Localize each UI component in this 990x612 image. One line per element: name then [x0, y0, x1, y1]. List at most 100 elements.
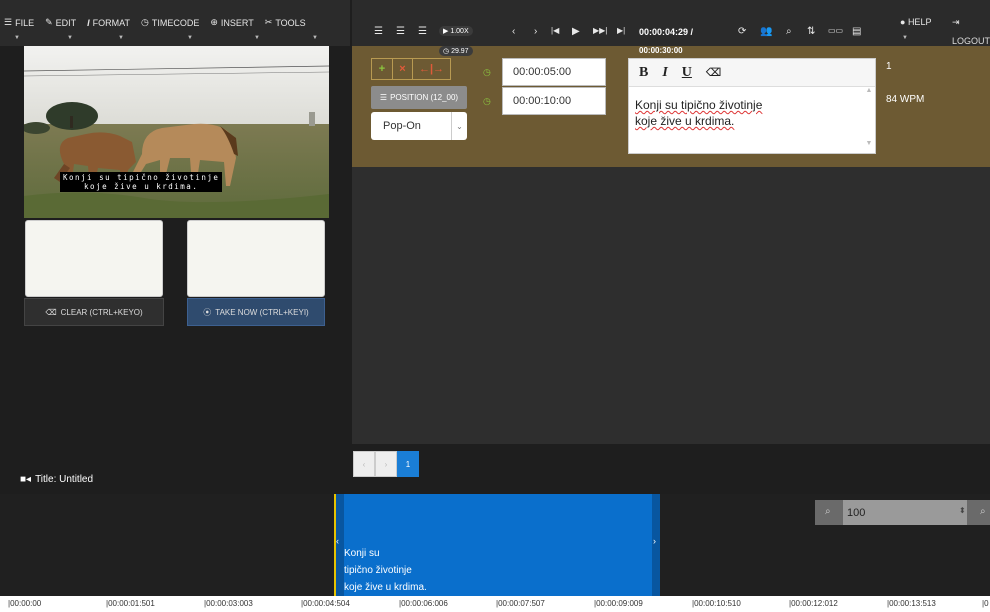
start-time-input[interactable]: 00:00:05:00: [502, 58, 606, 86]
chevron-down-icon: ▼: [118, 35, 124, 41]
ruler-tick: |00:00:03:003: [204, 599, 253, 608]
zoom-control: ⌕ 100 ⬍ ⌕: [815, 500, 990, 525]
split-caption-icon[interactable]: ←|→: [412, 59, 450, 79]
italic-icon[interactable]: I: [662, 65, 667, 81]
zoom-in-icon[interactable]: ⌕: [980, 506, 986, 517]
timeline-caption-block[interactable]: ‹ › Konji su tipično životinje koje žive…: [334, 494, 660, 596]
block-left-handle[interactable]: ‹: [336, 494, 344, 596]
caption-text-line: Konji su tipično životinje: [635, 98, 763, 112]
block-right-handle[interactable]: ›: [652, 494, 660, 596]
align-right-icon[interactable]: ☰: [418, 26, 427, 37]
timeline-block-text: Konji su tipično životinje koje žive u k…: [344, 545, 427, 596]
logout-icon[interactable]: ⇥: [952, 17, 960, 28]
timeline-ruler: |00:00:00 |00:00:01:501 |00:00:03:003 |0…: [0, 596, 990, 612]
zoom-input[interactable]: 100: [843, 500, 967, 525]
video-camera-icon: ■◂: [20, 474, 32, 485]
document-icon[interactable]: ▤: [852, 26, 861, 37]
speakers-icon[interactable]: 👥: [760, 26, 772, 37]
chevron-left-icon: ‹: [336, 536, 339, 546]
menu-edit-label: EDIT: [55, 17, 77, 28]
caption-row[interactable]: + × ←|→ ☰ POSITION (12_00) Pop-On ⌄ ◷ ◷ 00…: [352, 46, 990, 167]
edit-icon: ✎: [45, 17, 53, 27]
menu-edit[interactable]: ✎ EDIT: [45, 17, 76, 28]
page-number: 1: [405, 459, 411, 469]
sort-icon[interactable]: ⇅: [807, 26, 815, 37]
sync-icon[interactable]: ⟳: [738, 26, 746, 37]
skip-back-icon[interactable]: |◀: [551, 26, 559, 35]
timeline-block-line: Konji su: [344, 548, 380, 559]
playback-toolbar: ☰ ☰ ☰ ▶ 1.00X ◷ 29.97 ‹ › |◀ ▶ ▶▶| ▶| 00…: [352, 0, 990, 56]
horse-video-frame: [24, 46, 329, 218]
speed-value: 1.00X: [450, 28, 469, 35]
ruler-tick: |00:00:00: [8, 599, 42, 608]
editor-toolbar: B I U ⌫: [629, 59, 875, 87]
timeline-block-line: koje žive u krdima.: [344, 582, 427, 593]
eraser-icon[interactable]: ⌫: [706, 66, 722, 79]
words-per-minute: 84 WPM: [886, 94, 925, 105]
menu-insert-label: INSERT: [220, 17, 254, 28]
stepper-icon[interactable]: ⬍: [959, 506, 966, 515]
align-center-icon[interactable]: ☰: [396, 26, 405, 37]
captions-icon[interactable]: ▭▭: [828, 26, 843, 35]
chevron-right-icon: ›: [653, 536, 656, 546]
caption-mode-select[interactable]: Pop-On ⌄: [371, 112, 467, 140]
menu-format-label: FORMAT: [92, 17, 130, 28]
play-icon[interactable]: ▶: [572, 26, 580, 37]
help-button[interactable]: ● HELP: [900, 17, 931, 27]
chevron-down-icon: ▼: [187, 35, 193, 41]
logout-button[interactable]: LOGOUT: [952, 36, 990, 46]
menu-tools[interactable]: ✂ TOOLS: [265, 17, 306, 28]
menu-format[interactable]: I FORMAT: [87, 17, 130, 28]
next-icon[interactable]: ›: [534, 26, 537, 37]
take-now-button[interactable]: ⦿ TAKE NOW (CTRL+KEYI): [187, 298, 325, 326]
caption-text[interactable]: Konji su tipično životinje koje žive u k…: [635, 97, 762, 129]
eraser-icon: ⌫: [45, 307, 57, 317]
skip-end-icon[interactable]: ▶|: [617, 26, 625, 35]
menu-timecode[interactable]: ◷ TIMECODE: [141, 17, 199, 28]
left-panel: Konji su tipično životinje koje žive u k…: [0, 46, 350, 472]
clock-icon: ◷: [483, 67, 491, 77]
fast-forward-icon[interactable]: ▶▶|: [593, 26, 607, 35]
total-time: 00:00:30:00: [639, 46, 683, 55]
prev-page-button[interactable]: ‹: [353, 451, 375, 477]
bold-icon[interactable]: B: [639, 65, 648, 81]
chevron-down-icon: ▼: [902, 35, 908, 41]
add-caption-icon[interactable]: +: [372, 59, 392, 79]
menu-file[interactable]: ☰ FILE: [4, 17, 34, 28]
plus-circle-icon: ⊕: [210, 17, 218, 27]
page-button[interactable]: 1: [397, 451, 419, 477]
editor-scrollbar[interactable]: ▲ ▼: [863, 87, 875, 153]
ruler-tick: |00:00:06:006: [399, 599, 448, 608]
video-caption-overlay: Konji su tipično životinje koje žive u k…: [60, 172, 223, 192]
menu-tools-label: TOOLS: [275, 17, 306, 28]
delete-caption-icon[interactable]: ×: [392, 59, 412, 79]
search-icon[interactable]: ⌕: [786, 26, 792, 37]
caption-list: + × ←|→ ☰ POSITION (12_00) Pop-On ⌄ ◷ ◷ 00…: [352, 46, 990, 444]
caption-editor[interactable]: B I U ⌫ Konji su tipično životinje koje …: [628, 58, 876, 154]
fps-badge: ◷ 29.97: [439, 46, 473, 56]
ruler-tick: |00:00:04:504: [301, 599, 350, 608]
video-player[interactable]: Konji su tipično životinje koje žive u k…: [24, 46, 329, 218]
playback-speed-badge[interactable]: ▶ 1.00X: [439, 26, 473, 36]
fps-value: 29.97: [451, 48, 469, 55]
notes-textarea-left[interactable]: [25, 220, 163, 297]
timeline-block-line: tipično životinje: [344, 565, 412, 576]
notes-textarea-right[interactable]: [187, 220, 325, 297]
clear-button[interactable]: ⌫ CLEAR (CTRL+KEYO): [24, 298, 164, 326]
ruler-tick: |00:00:13:513: [887, 599, 936, 608]
menu-insert[interactable]: ⊕ INSERT: [210, 17, 253, 28]
chevron-down-icon: ⌄: [451, 112, 467, 140]
end-time-input[interactable]: 00:00:10:00: [502, 87, 606, 115]
chevron-down-icon: ▼: [254, 35, 260, 41]
menubar: ☰ FILE ✎ EDIT I FORMAT ◷ TIMECODE ⊕ INSERT ✂ T…: [0, 0, 350, 46]
next-page-button[interactable]: ›: [375, 451, 397, 477]
prev-icon[interactable]: ‹: [512, 26, 515, 37]
current-time: 00:00:04:29 /: [639, 27, 694, 37]
video-caption-line: koje žive u krdima.: [84, 182, 199, 191]
caption-mode-value: Pop-On: [383, 120, 421, 132]
hamburger-icon: ☰: [4, 17, 13, 27]
position-button[interactable]: ☰ POSITION (12_00): [371, 86, 467, 109]
align-left-icon[interactable]: ☰: [374, 26, 383, 37]
zoom-out-icon[interactable]: ⌕: [825, 506, 831, 517]
underline-icon[interactable]: U: [682, 65, 692, 81]
